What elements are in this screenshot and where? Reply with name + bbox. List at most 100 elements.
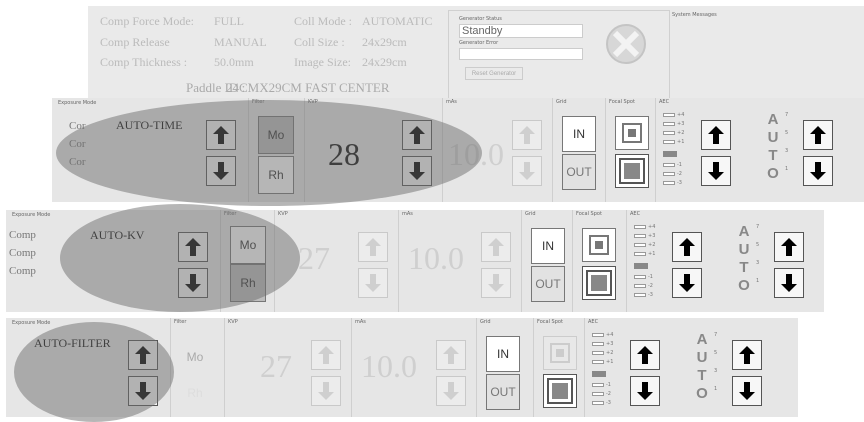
comp-force-value: FULL bbox=[214, 14, 244, 28]
generator-status-label: Generator Status bbox=[459, 16, 502, 22]
mas-decrease-button[interactable] bbox=[436, 376, 466, 406]
focal-spot-small-button[interactable] bbox=[582, 228, 616, 262]
aec-tick-label: -3 bbox=[677, 180, 682, 186]
auto-density-number: 7 bbox=[785, 112, 789, 118]
aec-tick bbox=[663, 172, 675, 176]
aec-tick bbox=[634, 252, 646, 256]
arrow-up-icon bbox=[781, 238, 797, 256]
kvp-increase-button[interactable] bbox=[311, 340, 341, 370]
aec-tick bbox=[592, 401, 604, 405]
comp-release-value: MANUAL bbox=[214, 35, 267, 49]
focal-spot-large-button[interactable] bbox=[543, 374, 577, 408]
mas-increase-button[interactable] bbox=[512, 120, 542, 150]
aec-tick bbox=[634, 293, 646, 297]
aec-tick bbox=[592, 392, 604, 396]
grid-out-button[interactable]: OUT bbox=[562, 154, 596, 190]
mas-increase-button[interactable] bbox=[481, 232, 511, 262]
aec-label: AEC bbox=[588, 319, 599, 325]
kvp-decrease-button[interactable] bbox=[311, 376, 341, 406]
auto-decrease-button[interactable] bbox=[732, 376, 762, 406]
aec-tick bbox=[634, 243, 646, 247]
arrow-up-icon bbox=[488, 238, 504, 256]
comp-thickness-label: Comp Thickness : bbox=[100, 55, 188, 69]
aec-increase-button[interactable] bbox=[630, 340, 660, 370]
mas-decrease-button[interactable] bbox=[481, 268, 511, 298]
kvp-decrease-button[interactable] bbox=[358, 268, 388, 298]
aec-tick-label: -2 bbox=[677, 171, 682, 177]
exposure-mode-label: Exposure Mode bbox=[12, 320, 51, 326]
reset-generator-button[interactable]: Reset Generator bbox=[465, 67, 523, 80]
aec-decrease-button[interactable] bbox=[630, 376, 660, 406]
aec-tick-label: +1 bbox=[606, 359, 614, 365]
auto-density-number: 1 bbox=[714, 386, 718, 392]
mas-label: mAs bbox=[402, 211, 413, 217]
aec-tick-label: -1 bbox=[648, 274, 653, 280]
aec-decrease-button[interactable] bbox=[672, 268, 702, 298]
arrow-up-icon bbox=[443, 346, 459, 364]
comp-release-label: Comp Release bbox=[100, 35, 170, 49]
auto-letter: O bbox=[767, 165, 779, 182]
aec-increase-button[interactable] bbox=[701, 120, 731, 150]
aec-slider-thumb[interactable] bbox=[634, 263, 648, 269]
aec-tick-label: +3 bbox=[677, 121, 685, 127]
focal-spot-large-button[interactable] bbox=[582, 266, 616, 300]
aec-density-scale[interactable]: +4 +3 +2 +1 -1 -2 -3 bbox=[592, 330, 622, 416]
aec-slider-thumb[interactable] bbox=[592, 371, 606, 377]
filter-mo-button[interactable]: Mo bbox=[180, 340, 210, 374]
aec-tick bbox=[663, 140, 675, 144]
focal-spot-small-button[interactable] bbox=[615, 116, 649, 150]
filter-rh-button[interactable]: Rh bbox=[180, 376, 210, 410]
auto-increase-button[interactable] bbox=[732, 340, 762, 370]
auto-density-selector[interactable]: A7 U5 T 3 O1 bbox=[692, 332, 722, 412]
aec-tick-label: +4 bbox=[606, 332, 614, 338]
grid-out-button[interactable]: OUT bbox=[486, 374, 520, 410]
aec-tick-label: +1 bbox=[677, 139, 685, 145]
grid-in-button[interactable]: IN bbox=[486, 336, 520, 372]
mas-increase-button[interactable] bbox=[436, 340, 466, 370]
aec-tick bbox=[663, 163, 675, 167]
aec-increase-button[interactable] bbox=[672, 232, 702, 262]
grid-out-button[interactable]: OUT bbox=[531, 266, 565, 302]
coll-size-label: Coll Size : bbox=[294, 35, 345, 49]
auto-density-selector[interactable]: A7 U5 T 3 O1 bbox=[734, 224, 764, 304]
aec-decrease-button[interactable] bbox=[701, 156, 731, 186]
image-size-value: 24x29cm bbox=[362, 55, 407, 69]
auto-decrease-button[interactable] bbox=[774, 268, 804, 298]
grid-label: Grid bbox=[525, 211, 536, 217]
arrow-down-icon bbox=[739, 382, 755, 400]
auto-density-selector[interactable]: A7 U5 T 3 O1 bbox=[763, 112, 793, 192]
small-square-icon bbox=[550, 343, 570, 363]
system-messages-label: System Messages bbox=[672, 12, 717, 18]
cut-comp-label: Comp bbox=[9, 229, 36, 241]
auto-letter: U bbox=[767, 129, 779, 146]
aec-density-scale[interactable]: +4 +3 +2 +1 -1 -2 -3 bbox=[663, 110, 693, 196]
generator-status-box: Generator Status Standby Generator Error… bbox=[448, 10, 670, 102]
focal-spot-small-button[interactable] bbox=[543, 336, 577, 370]
arrow-up-icon bbox=[637, 346, 653, 364]
auto-decrease-button[interactable] bbox=[803, 156, 833, 186]
grid-in-button[interactable]: IN bbox=[562, 116, 596, 152]
aec-tick bbox=[592, 333, 604, 337]
auto-increase-button[interactable] bbox=[803, 120, 833, 150]
mas-decrease-button[interactable] bbox=[512, 156, 542, 186]
coll-mode-value: AUTOMATIC bbox=[362, 14, 433, 28]
aec-slider-thumb[interactable] bbox=[663, 151, 677, 157]
x-circle-icon[interactable] bbox=[605, 23, 647, 65]
aec-tick-label: -1 bbox=[606, 382, 611, 388]
auto-increase-button[interactable] bbox=[774, 232, 804, 262]
highlight-ellipse-auto-filter bbox=[14, 322, 174, 422]
arrow-down-icon bbox=[708, 162, 724, 180]
kvp-increase-button[interactable] bbox=[358, 232, 388, 262]
small-square-icon bbox=[622, 123, 642, 143]
grid-in-button[interactable]: IN bbox=[531, 228, 565, 264]
mas-value: 10.0 bbox=[361, 348, 417, 384]
kvp-label: KVP bbox=[228, 319, 238, 325]
aec-tick bbox=[634, 234, 646, 238]
aec-density-scale[interactable]: +4 +3 +2 +1 -1 -2 -3 bbox=[634, 222, 664, 308]
large-square-icon bbox=[547, 378, 573, 404]
auto-letter: O bbox=[738, 277, 750, 294]
auto-density-number: 7 bbox=[756, 224, 760, 230]
focal-spot-large-button[interactable] bbox=[615, 154, 649, 188]
aec-tick-label: +3 bbox=[648, 233, 656, 239]
auto-letter: A bbox=[767, 111, 779, 128]
